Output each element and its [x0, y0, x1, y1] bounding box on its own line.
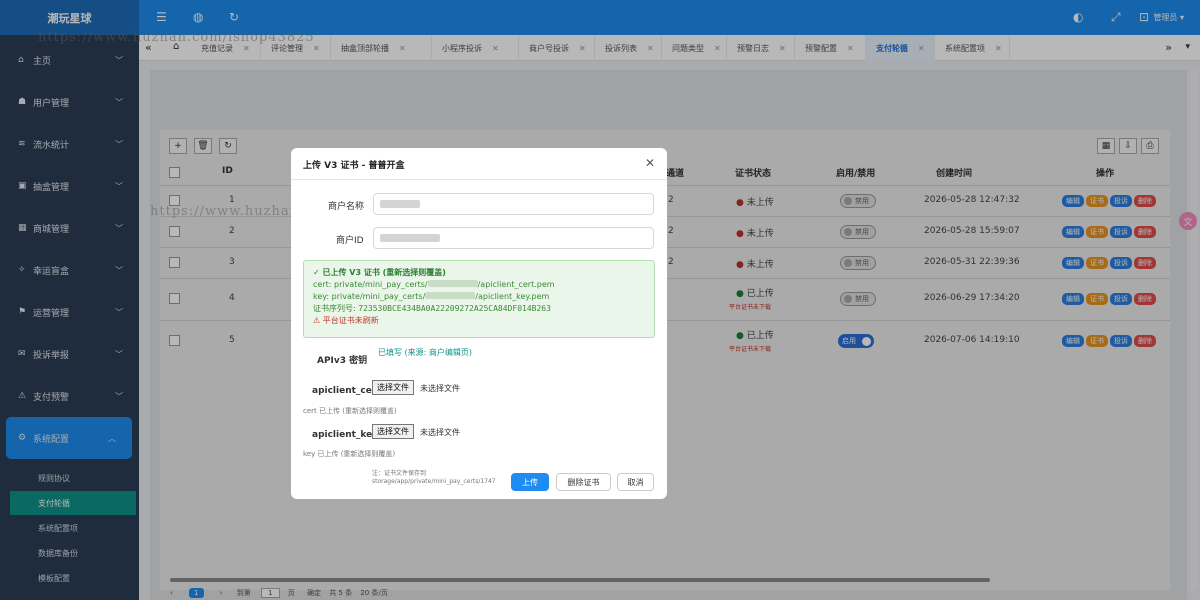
platform-cert-warning: ⚠ 平台证书未刷新 — [313, 316, 379, 325]
choose-cert-file-button[interactable]: 选择文件 — [372, 380, 414, 395]
cert-path-line: cert: private/mini_pay_certs/ /apiclient_… — [313, 279, 645, 291]
merchant-id-label: 商户ID — [336, 236, 364, 246]
cert-title: ✓ 已上传 V3 证书 (重新选择则覆盖) — [313, 268, 446, 277]
cert-path-suffix: /apiclient_cert.pem — [477, 280, 555, 289]
key-no-file: 未选择文件 — [420, 428, 460, 437]
choose-key-file-button[interactable]: 选择文件 — [372, 424, 414, 439]
upload-button[interactable]: 上传 — [511, 473, 549, 491]
upload-cert-dialog: 上传 V3 证书 - 普普开盒 ✕ 商户名称 商户ID ✓ 已上传 V3 证书 … — [291, 148, 667, 499]
key-path-suffix: /apiclient_key.pem — [475, 292, 550, 301]
cancel-button[interactable]: 取消 — [617, 473, 654, 491]
close-icon[interactable]: ✕ — [645, 156, 655, 170]
merchant-id-field[interactable] — [373, 227, 654, 249]
cert-path-redacted — [427, 280, 478, 287]
key-file-label: apiclient_key. — [312, 430, 381, 440]
dialog-divider — [291, 179, 667, 180]
apiv3-status: 已填写 (来源: 商户编辑页) — [378, 348, 473, 357]
serial-line: 证书序列号: 723530BCE434BA0A22209272A25CA84DF… — [313, 303, 645, 315]
merchant-name-redacted — [380, 200, 420, 208]
merchant-id-redacted — [380, 234, 440, 242]
cert-status-box: ✓ 已上传 V3 证书 (重新选择则覆盖) cert: private/mini… — [303, 260, 655, 338]
save-note-1: 注：证书文件保存到 — [372, 470, 427, 477]
cert-path-prefix: cert: private/mini_pay_certs/ — [313, 280, 428, 289]
key-path-line: key: private/mini_pay_certs/ /apiclient_k… — [313, 291, 645, 303]
serial-value: 723530BCE434BA0A22209272A25CA84DF014B263 — [358, 304, 551, 313]
key-path-prefix: key: private/mini_pay_certs/ — [313, 292, 426, 301]
merchant-name-field[interactable] — [373, 193, 654, 215]
key-path-redacted — [425, 292, 476, 299]
cert-hint: cert 已上传 (重新选择则覆盖) — [303, 407, 397, 415]
serial-label: 证书序列号: — [313, 304, 356, 313]
save-note-2: storage/app/private/mini_pay_certs/1747 — [372, 478, 496, 485]
dialog-title: 上传 V3 证书 - 普普开盒 — [303, 161, 405, 171]
delete-cert-button[interactable]: 删除证书 — [556, 473, 611, 491]
cert-no-file: 未选择文件 — [420, 384, 460, 393]
key-hint: key 已上传 (重新选择则覆盖) — [303, 450, 396, 458]
apiv3-label: APIv3 密钥 — [317, 356, 368, 366]
merchant-name-label: 商户名称 — [328, 202, 365, 212]
